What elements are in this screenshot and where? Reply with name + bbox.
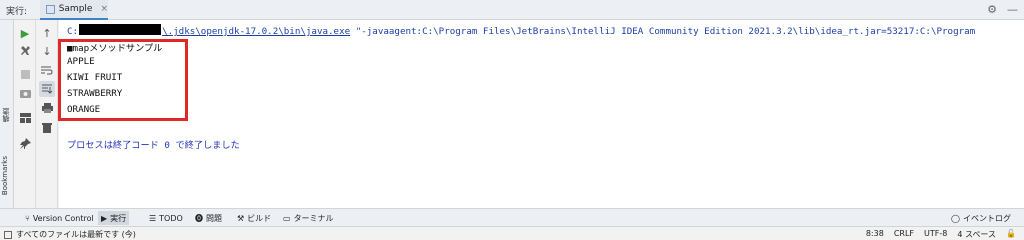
- run-icon[interactable]: ▶: [17, 25, 33, 41]
- pin-icon[interactable]: [17, 135, 33, 151]
- toggle-tool-windows-icon[interactable]: [4, 230, 12, 239]
- tab-build[interactable]: ⚒ ビルド: [234, 211, 274, 225]
- lock-icon[interactable]: 🔓: [1006, 229, 1016, 240]
- build-icon: ⚒: [237, 213, 245, 223]
- tab-version-control[interactable]: ⑂ Version Control: [22, 211, 97, 225]
- down-arrow-icon[interactable]: ↓: [39, 43, 55, 59]
- run-window-title: 実行:: [6, 7, 28, 17]
- stop-icon[interactable]: [17, 66, 33, 82]
- terminal-icon: ▭: [283, 213, 291, 223]
- layout-icon[interactable]: [17, 110, 33, 126]
- trash-icon[interactable]: [39, 119, 55, 135]
- line-separator[interactable]: CRLF: [894, 229, 914, 240]
- redacted-path: [79, 24, 162, 35]
- tab-label: ターミナル: [293, 213, 334, 223]
- tab-label: ビルド: [247, 213, 272, 223]
- tab-terminal[interactable]: ▭ ターミナル: [280, 211, 337, 225]
- event-log-icon: ◯: [951, 213, 960, 223]
- java-exe-link[interactable]: \.jdks\openjdk-17.0.2\bin\java.exe: [162, 26, 350, 37]
- wrench-icon[interactable]: [17, 42, 33, 58]
- close-icon[interactable]: ×: [100, 4, 108, 14]
- tab-sample[interactable]: Sample ×: [40, 0, 108, 20]
- tab-label: Sample: [58, 4, 93, 14]
- soft-wrap-icon[interactable]: [39, 62, 55, 78]
- bottom-tool-bar: ⑂ Version Control ▶ 実行 ☰ TODO ⓿ 問題 ⚒ ビルド…: [0, 208, 1024, 226]
- command-line: C: \.jdks\openjdk-17.0.2\bin\java.exe "-j…: [67, 24, 975, 37]
- tab-label: イベントログ: [963, 213, 1011, 223]
- cmd-args: "-javaagent:C:\Program Files\JetBrains\I…: [350, 26, 976, 37]
- tab-todo[interactable]: ☰ TODO: [146, 211, 186, 225]
- status-bar: すべてのファイルは最新です (今) 8:38 CRLF UTF-8 4 スペース…: [0, 226, 1024, 240]
- tab-problems[interactable]: ⓿ 問題: [192, 211, 225, 225]
- run-icon: ▶: [101, 213, 108, 223]
- console-output[interactable]: C: \.jdks\openjdk-17.0.2\bin\java.exe "-j…: [59, 20, 1024, 208]
- cmd-prefix: C:: [67, 26, 79, 37]
- problems-icon: ⓿: [195, 213, 203, 223]
- left-tool-stripe: 構造 Bookmarks: [0, 20, 14, 208]
- console-toolbar: ↑ ↓: [36, 20, 58, 208]
- minimize-icon[interactable]: —: [1007, 3, 1018, 16]
- tab-label: 実行: [110, 213, 127, 223]
- up-arrow-icon[interactable]: ↑: [39, 25, 55, 41]
- exit-message: プロセスは終了コード 0 で終了しました: [67, 140, 240, 151]
- tab-label: 問題: [206, 213, 222, 223]
- highlight-annotation-box: [58, 39, 188, 121]
- tab-event-log[interactable]: ◯ イベントログ: [948, 211, 1014, 225]
- version-control-icon: ⑂: [25, 213, 30, 223]
- print-icon[interactable]: [39, 100, 55, 116]
- todo-icon: ☰: [149, 213, 157, 223]
- tab-label: Version Control: [32, 213, 94, 223]
- bookmarks-tab[interactable]: Bookmarks: [1, 156, 9, 195]
- caret-position[interactable]: 8:38: [866, 229, 884, 240]
- camera-icon[interactable]: [17, 85, 33, 101]
- status-message: すべてのファイルは最新です (今): [16, 230, 136, 239]
- gear-icon[interactable]: ⚙: [987, 3, 997, 16]
- tab-label: TODO: [159, 213, 183, 223]
- structure-tab[interactable]: 構造: [1, 108, 11, 122]
- file-encoding[interactable]: UTF-8: [924, 229, 947, 240]
- scroll-to-end-icon[interactable]: [39, 81, 55, 97]
- indent-setting[interactable]: 4 スペース: [957, 229, 996, 240]
- tool-window-header: 実行: Sample × ⚙ —: [0, 0, 1024, 20]
- run-toolbar: ▶: [14, 20, 36, 208]
- tab-run[interactable]: ▶ 実行: [98, 211, 130, 225]
- run-config-icon: [46, 4, 55, 14]
